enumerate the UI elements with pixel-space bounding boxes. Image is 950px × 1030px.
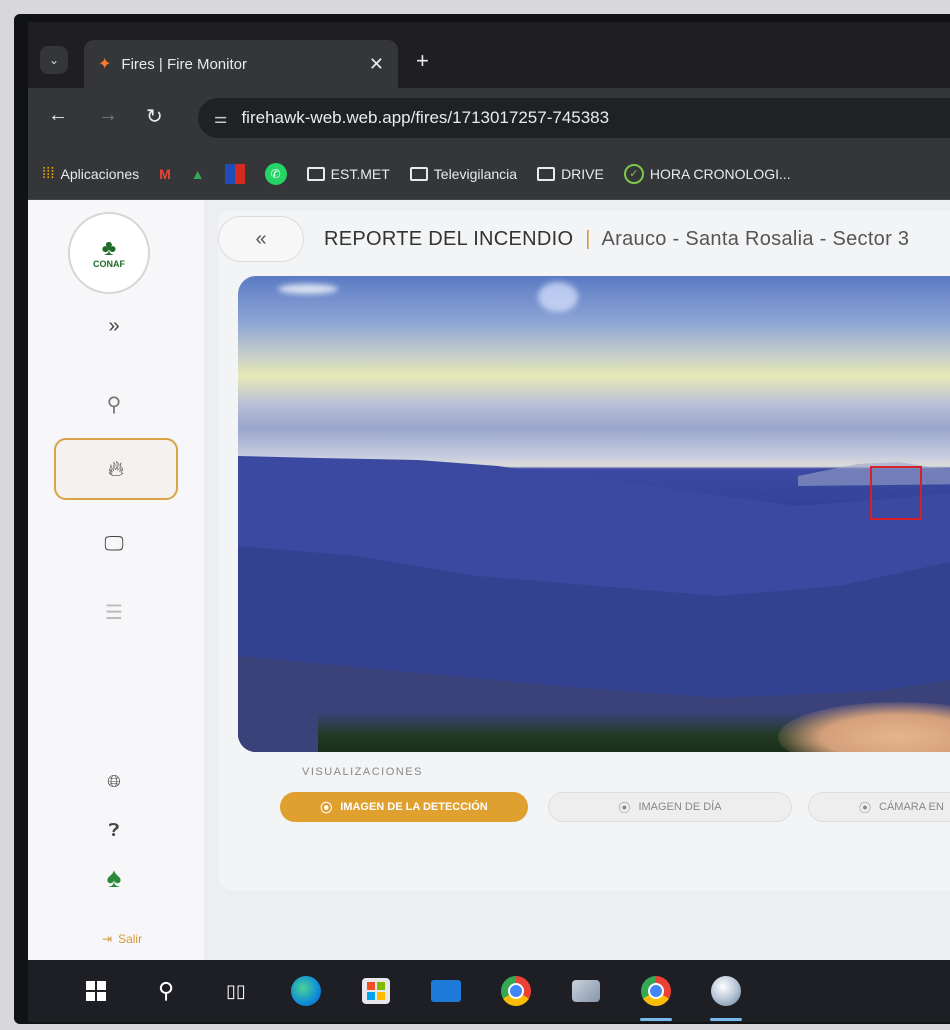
browser-toolbar: ← → ↻ ⚌ firehawk-web.web.app/fires/17130… [28,88,950,148]
bookmark-est-met[interactable]: EST.MET [306,165,390,182]
monitor-icon[interactable]: 🖵︎ [100,530,128,558]
fire-location: Arauco - Santa Rosalia - Sector 3 [601,228,910,250]
button-label: IMAGEN DE DÍA [638,801,722,813]
detection-image-button[interactable]: ⦿ IMAGEN DE LA DETECCIÓN [280,792,528,822]
expand-icon[interactable]: » [100,312,128,340]
bookmark-label: DRIVE [561,165,604,182]
conaf-logo[interactable]: ♣ CONAF [68,212,150,294]
visualizaciones-label: VISUALIZACIONES [302,766,423,778]
fire-hawk-icon: ✦ [98,56,112,73]
detection-box[interactable] [870,466,922,520]
bookmark-drive[interactable]: ▲ [191,166,205,182]
apps-grid-icon: ⁞⁞⁞ [42,165,55,182]
windows-taskbar: ⚲ ▯▯ [28,960,950,1022]
folder-icon [409,166,428,181]
bookmark-label: HORA CRONOLOGI... [649,165,791,182]
tree-icon: ♣ [101,235,117,260]
camera-frame-icon: ⦿ [618,800,631,815]
close-icon[interactable]: ✕ [369,54,384,75]
document-icon[interactable]: ☰ [100,598,128,626]
flag-icon [224,163,245,184]
task-view-icon[interactable]: ▯▯ [216,971,256,1011]
logout-icon: ⇥ [102,932,113,946]
fire-report-card: « REPORTE DEL INCENDIO | Arauco - Santa … [218,210,950,890]
button-label: CÁMARA EN [879,801,944,813]
globe-app-icon[interactable] [706,971,746,1021]
snipping-tool-icon[interactable] [566,971,606,1011]
chrome-icon[interactable] [496,971,536,1011]
edge-icon[interactable] [286,971,326,1011]
windows-start-icon[interactable] [76,971,116,1011]
site-settings-icon[interactable]: ⚌ [214,109,227,127]
bookmark-hora[interactable]: ✓ HORA CRONOLOGI... [623,163,791,184]
cloud [538,282,578,312]
detection-image[interactable] [238,276,950,752]
logout-label: Salir [118,932,143,946]
check-circle-icon: ✓ [623,163,644,184]
camera-frame-icon: ⦿ [859,800,872,815]
reload-icon[interactable]: ↻ [146,104,163,129]
bookmark-flag[interactable] [224,163,245,184]
web-page: ♣ CONAF » ⚲ 🔥︎ 🖵︎ ☰ 🌐︎ ❓︎ ♠ ⇥ Salir « RE… [28,200,950,960]
address-bar[interactable]: ⚌ firehawk-web.web.app/fires/1713017257-… [198,98,950,138]
globe-icon[interactable]: 🌐︎ [100,768,128,796]
whatsapp-icon: ✆ [264,162,287,185]
camera-frame-icon: ⦿ [320,800,333,815]
tab-search-icon[interactable]: ⌄ [40,46,68,74]
live-camera-button[interactable]: ⦿ CÁMARA EN [808,792,950,822]
folder-icon [306,166,325,181]
bookmark-gmail[interactable]: M [159,166,171,182]
antenna-icon[interactable]: ⚲ [100,390,128,418]
monitor: ⌄ ✦ Fires | Fire Monitor ✕ + ← → ↻ ⚌ fir… [0,0,950,1030]
back-arrow-icon[interactable]: ← [48,104,68,127]
store-icon[interactable] [356,971,396,1011]
bookmark-drive-folder[interactable]: DRIVE [537,166,604,182]
chrome-active-icon[interactable] [636,971,676,1021]
cloud [278,284,338,294]
help-icon[interactable]: ❓︎ [100,816,128,844]
bookmark-label: Aplicaciones [60,165,140,182]
fire-icon: 🔥︎ [107,456,125,481]
forest-icon: ♠ [106,862,122,893]
browser-tab[interactable]: ✦ Fires | Fire Monitor ✕ [84,40,398,88]
bookmark-label: EST.MET [330,165,390,182]
search-icon[interactable]: ⚲ [146,971,186,1011]
tab-title: Fires | Fire Monitor [121,55,247,73]
back-button[interactable]: « [218,216,304,262]
page-title: REPORTE DEL INCENDIO | Arauco - Santa Ro… [324,228,909,251]
new-tab-icon[interactable]: + [416,48,429,74]
sidebar: ♣ CONAF » ⚲ 🔥︎ 🖵︎ ☰ 🌐︎ ❓︎ ♠ ⇥ Salir [28,200,204,960]
day-image-button[interactable]: ⦿ IMAGEN DE DÍA [548,792,792,822]
sidebar-item-fires[interactable]: 🔥︎ [54,438,178,500]
bookmark-whatsapp[interactable]: ✆ [264,162,287,185]
logout-button[interactable]: ⇥ Salir [102,932,142,946]
bookmark-televigilancia[interactable]: Televigilancia [409,165,518,182]
gmail-icon: M [159,165,171,182]
mail-icon[interactable] [426,971,466,1011]
bookmarks-bar: ⁞⁞⁞ Aplicaciones M ▲ ✆ EST.MET Televigil… [28,148,950,200]
url-text: firehawk-web.web.app/fires/1713017257-74… [241,108,610,127]
mountain-ridges [238,456,950,752]
screen: ⌄ ✦ Fires | Fire Monitor ✕ + ← → ↻ ⚌ fir… [28,22,950,1022]
forward-arrow-icon[interactable]: → [98,104,118,127]
bookmark-label: Televigilancia [433,165,518,182]
title-separator: | [585,228,591,250]
google-drive-icon: ▲ [190,165,205,182]
button-label: IMAGEN DE LA DETECCIÓN [340,801,488,813]
folder-icon [537,166,556,181]
bookmark-apps[interactable]: ⁞⁞⁞ Aplicaciones [42,165,139,182]
logo-text: CONAF [93,259,125,269]
report-title: REPORTE DEL INCENDIO [324,228,574,250]
